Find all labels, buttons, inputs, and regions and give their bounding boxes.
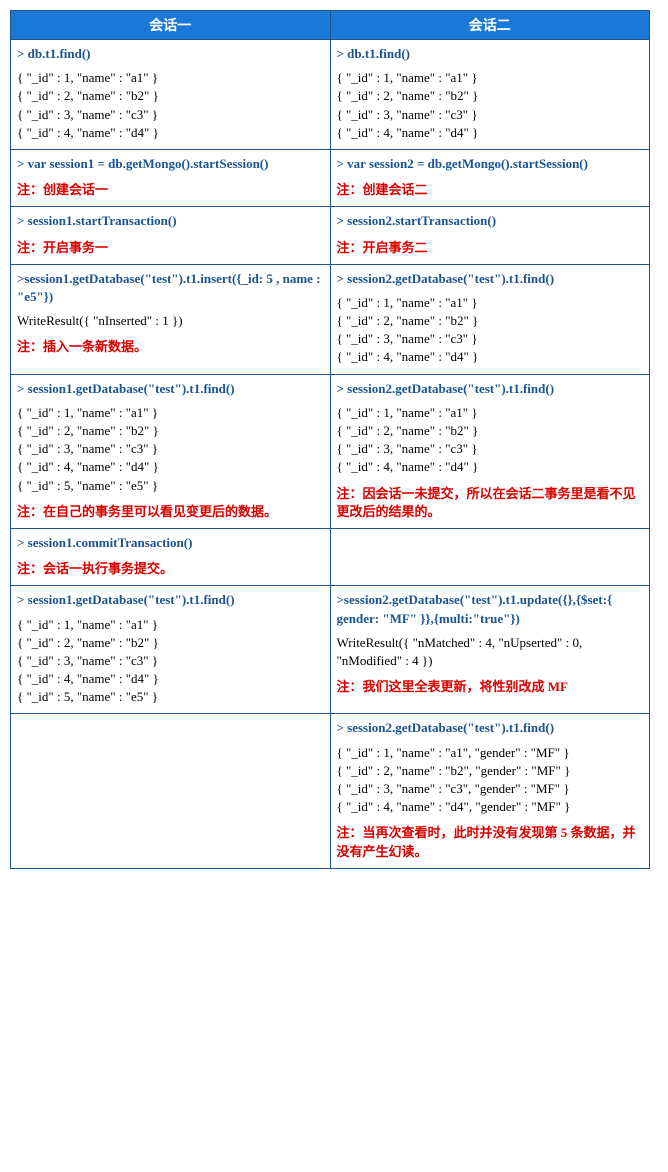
table-row: >session1.getDatabase("test").t1.insert(… <box>11 264 650 374</box>
session2-cell: > session2.startTransaction() 注：开启事务二 <box>330 207 650 264</box>
session1-cell: > session1.getDatabase("test").t1.find()… <box>11 586 331 714</box>
session1-cell: >session1.getDatabase("test").t1.insert(… <box>11 264 331 374</box>
command-text: > session1.getDatabase("test").t1.find() <box>17 380 324 398</box>
note-text: 注：创建会话二 <box>337 181 644 199</box>
command-text: > var session2 = db.getMongo().startSess… <box>337 155 644 173</box>
output-text: { "_id" : 1, "name" : "a1" } { "_id" : 2… <box>337 69 644 142</box>
session1-cell: > var session1 = db.getMongo().startSess… <box>11 149 331 206</box>
note-text: 注：会话一执行事务提交。 <box>17 560 324 578</box>
session2-cell: > var session2 = db.getMongo().startSess… <box>330 149 650 206</box>
output-text: { "_id" : 1, "name" : "a1" } { "_id" : 2… <box>17 69 324 142</box>
command-text: >session1.getDatabase("test").t1.insert(… <box>17 270 324 306</box>
header-session2: 会话二 <box>330 11 650 40</box>
session2-cell: > session2.getDatabase("test").t1.find()… <box>330 264 650 374</box>
session1-cell: > db.t1.find() { "_id" : 1, "name" : "a1"… <box>11 40 331 150</box>
command-text: > session2.startTransaction() <box>337 212 644 230</box>
table-row: > session1.startTransaction()注：开启事务一> se… <box>11 207 650 264</box>
session1-cell: > session1.getDatabase("test").t1.find()… <box>11 374 331 528</box>
output-text: { "_id" : 1, "name" : "a1" } { "_id" : 2… <box>17 616 324 707</box>
session2-cell: > session2.getDatabase("test").t1.find()… <box>330 714 650 868</box>
note-text: 注：插入一条新数据。 <box>17 338 324 356</box>
note-text: 注：在自己的事务里可以看见变更后的数据。 <box>17 503 324 521</box>
session2-cell: >session2.getDatabase("test").t1.update(… <box>330 586 650 714</box>
note-text: 注：开启事务一 <box>17 239 324 257</box>
command-text: > session1.commitTransaction() <box>17 534 324 552</box>
command-text: > db.t1.find() <box>337 45 644 63</box>
output-text: WriteResult({ "nInserted" : 1 }) <box>17 312 324 330</box>
session2-cell: > db.t1.find() { "_id" : 1, "name" : "a1"… <box>330 40 650 150</box>
command-text: > db.t1.find() <box>17 45 324 63</box>
table-row: > db.t1.find() { "_id" : 1, "name" : "a1"… <box>11 40 650 150</box>
session2-cell: > session2.getDatabase("test").t1.find()… <box>330 374 650 528</box>
output-text: { "_id" : 1, "name" : "a1" } { "_id" : 2… <box>337 294 644 367</box>
table-row: > session2.getDatabase("test").t1.find()… <box>11 714 650 868</box>
output-text: { "_id" : 1, "name" : "a1", "gender" : "… <box>337 744 644 817</box>
session2-cell <box>330 528 650 585</box>
table-row: > var session1 = db.getMongo().startSess… <box>11 149 650 206</box>
header-session1: 会话一 <box>11 11 331 40</box>
note-text: 注：当再次查看时，此时并没有发现第 5 条数据，并没有产生幻读。 <box>337 824 644 860</box>
command-text: > session1.getDatabase("test").t1.find() <box>17 591 324 609</box>
note-text: 注：因会话一未提交，所以在会话二事务里是看不见更改后的结果的。 <box>337 485 644 521</box>
command-text: >session2.getDatabase("test").t1.update(… <box>337 591 644 627</box>
table-row: > session1.getDatabase("test").t1.find()… <box>11 586 650 714</box>
table-row: > session1.commitTransaction() 注：会话一执行事务提… <box>11 528 650 585</box>
session-comparison-table: 会话一 会话二 > db.t1.find() { "_id" : 1, "name… <box>10 10 650 869</box>
output-text: { "_id" : 1, "name" : "a1" } { "_id" : 2… <box>337 404 644 477</box>
note-text: 注：我们这里全表更新，将性别改成 MF <box>337 678 644 696</box>
command-text: > session2.getDatabase("test").t1.find() <box>337 380 644 398</box>
output-text: { "_id" : 1, "name" : "a1" } { "_id" : 2… <box>17 404 324 495</box>
session1-cell: > session1.startTransaction() 注：开启事务一 <box>11 207 331 264</box>
command-text: > session2.getDatabase("test").t1.find() <box>337 270 644 288</box>
note-text: 注：开启事务二 <box>337 239 644 257</box>
note-text: 注：创建会话一 <box>17 181 324 199</box>
output-text: WriteResult({ "nMatched" : 4, "nUpserted… <box>337 634 644 670</box>
command-text: > session1.startTransaction() <box>17 212 324 230</box>
session1-cell <box>11 714 331 868</box>
command-text: > var session1 = db.getMongo().startSess… <box>17 155 324 173</box>
table-row: > session1.getDatabase("test").t1.find()… <box>11 374 650 528</box>
command-text: > session2.getDatabase("test").t1.find() <box>337 719 644 737</box>
session1-cell: > session1.commitTransaction() 注：会话一执行事务提… <box>11 528 331 585</box>
